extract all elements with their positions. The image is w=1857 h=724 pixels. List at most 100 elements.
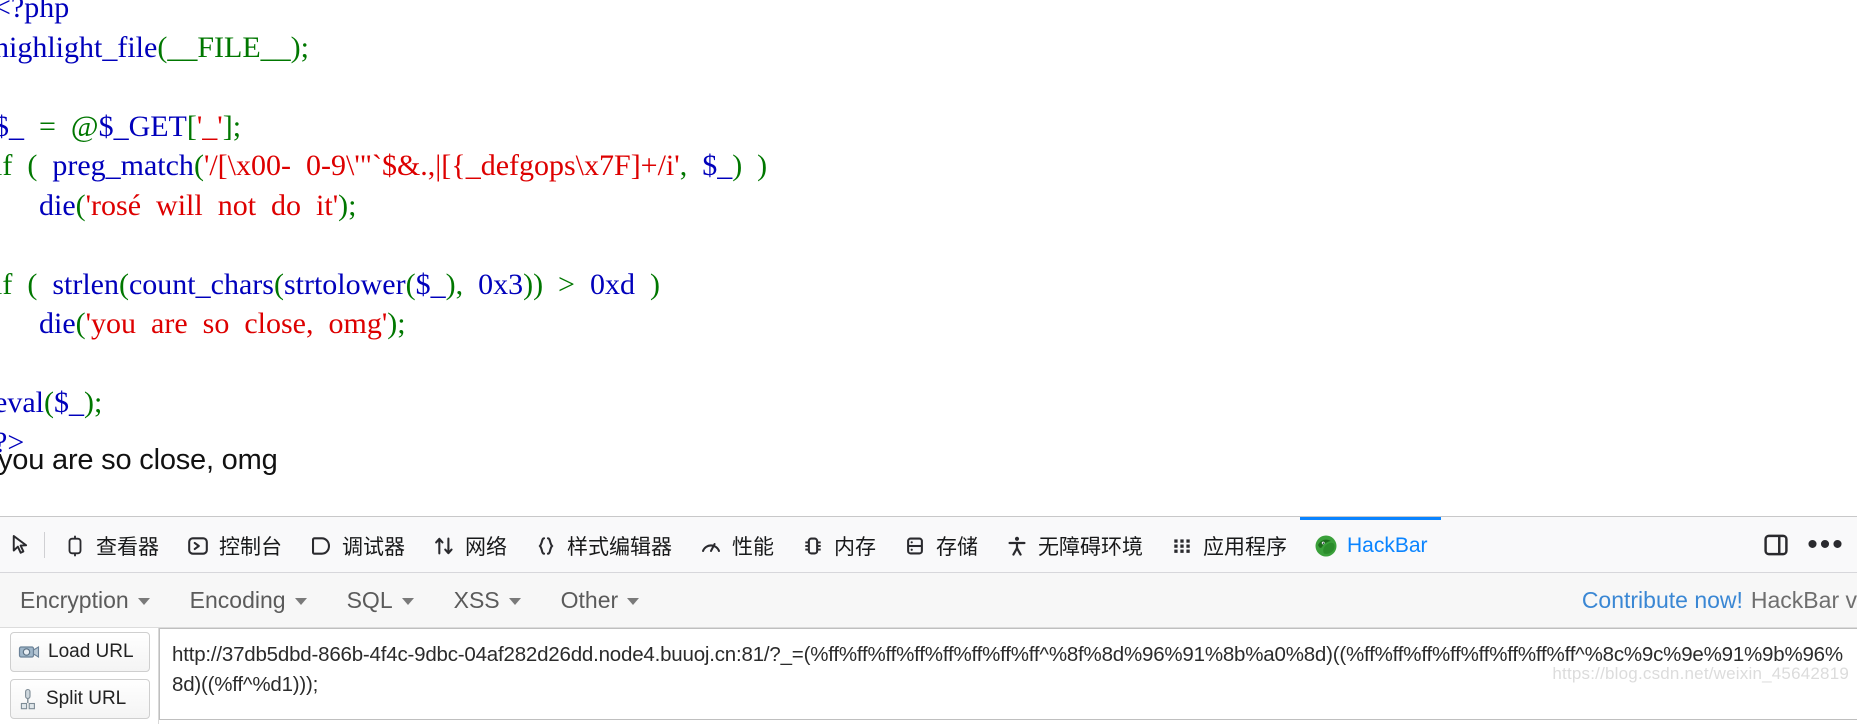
memory-icon <box>800 533 826 559</box>
element-picker-button[interactable] <box>0 517 44 573</box>
menu-xss[interactable]: XSS <box>434 573 541 627</box>
tab-storage[interactable]: 存储 <box>889 517 991 573</box>
code-token: , <box>455 267 479 301</box>
code-token: strlen <box>52 267 119 301</box>
code-token: 'you are so close, omg' <box>85 307 388 340</box>
code-token: ) <box>634 267 660 301</box>
menu-encryption[interactable]: Encryption <box>0 573 170 627</box>
code-line: die('you are so close, omg'); <box>0 304 767 344</box>
code-line: if ( preg_match('/[\x00- 0-9\'"`$&.,|[{_… <box>0 146 767 186</box>
code-token: ) ) <box>732 149 768 182</box>
load-url-icon <box>18 642 40 662</box>
split-url-icon <box>18 688 38 710</box>
contribute-link[interactable]: Contribute now! <box>1582 587 1743 614</box>
toolbar-divider <box>44 531 45 558</box>
code-token: $_ <box>0 109 24 143</box>
chevron-down-icon <box>294 598 307 605</box>
tab-performance[interactable]: 性能 <box>685 517 787 573</box>
load-url-label: Load URL <box>48 641 134 662</box>
code-token: preg_match <box>52 149 194 182</box>
php-output-text: you are so close, omg <box>0 444 278 476</box>
tab-hackbar[interactable]: HackBar <box>1300 516 1441 573</box>
chevron-down-icon <box>137 598 150 605</box>
screen-root: <?php highlight_file(__FILE__); $_ = @$_G… <box>0 0 1857 724</box>
split-console-button[interactable] <box>1759 528 1793 562</box>
code-token: ; <box>397 307 406 340</box>
menu-xss-label: XSS <box>453 586 500 613</box>
devtools-toolbar: 查看器 控制台 调试器 网络 样式编辑器 性能 内存 存储 无障碍环境 应用程序… <box>0 516 1857 573</box>
more-options-button[interactable]: ••• <box>1807 527 1845 562</box>
tab-accessibility-label: 无障碍环境 <box>1038 536 1143 559</box>
tab-inspector-label: 查看器 <box>96 536 159 559</box>
code-token: ) <box>445 267 456 301</box>
code-token: if <box>0 267 13 301</box>
code-token: ; <box>93 386 103 419</box>
element-picker-icon <box>11 534 33 556</box>
menu-encryption-label: Encryption <box>20 586 129 613</box>
tab-memory[interactable]: 内存 <box>787 517 889 573</box>
code-token: '_' <box>196 109 223 143</box>
code-token: 'rosé will not do it' <box>85 188 339 222</box>
code-token: 0xd <box>589 267 635 301</box>
menu-sql[interactable]: SQL <box>327 573 434 627</box>
menu-encoding-label: Encoding <box>189 586 286 613</box>
code-token: ; <box>348 188 357 222</box>
menu-encoding[interactable]: Encoding <box>170 573 327 627</box>
inspector-icon <box>62 533 88 559</box>
chevron-down-icon <box>627 598 640 605</box>
code-token: __FILE__ <box>167 30 291 64</box>
code-token: = <box>24 109 71 143</box>
hackbar-body: Load URL Split URL http://37db5dbd-866b-… <box>0 628 1857 724</box>
code-token: ( <box>157 30 168 64</box>
tab-debugger[interactable]: 调试器 <box>295 517 418 573</box>
php-source-pane: <?php highlight_file(__FILE__); $_ = @$_G… <box>0 0 1857 516</box>
console-icon <box>185 533 211 559</box>
tab-style-editor[interactable]: 样式编辑器 <box>520 517 685 573</box>
code-line: highlight_file(__FILE__); <box>0 28 767 68</box>
tab-performance-label: 性能 <box>732 536 774 559</box>
code-token: $_GET <box>98 109 187 143</box>
hackbar-url-area: http://37db5dbd-866b-4f4c-9dbc-04af282d2… <box>158 628 1857 724</box>
tab-inspector[interactable]: 查看器 <box>49 517 172 573</box>
performance-icon <box>698 533 724 559</box>
application-icon <box>1169 533 1195 559</box>
tab-application[interactable]: 应用程序 <box>1156 517 1300 573</box>
code-token: ( <box>43 386 54 419</box>
tab-console[interactable]: 控制台 <box>172 517 295 573</box>
code-token: $_ <box>415 267 446 301</box>
menu-other[interactable]: Other <box>541 573 660 627</box>
tab-hackbar-label: HackBar <box>1347 534 1428 557</box>
code-token: ] <box>222 109 233 143</box>
tab-debugger-label: 调试器 <box>342 536 405 559</box>
tab-network-label: 网络 <box>465 536 507 559</box>
split-url-button[interactable]: Split URL <box>10 679 150 719</box>
code-token: '/[\x00- 0-9\'"`$&.,|[{_defgops\x7F]+/i' <box>203 149 680 182</box>
style-editor-icon <box>533 533 559 559</box>
tab-accessibility[interactable]: 无障碍环境 <box>991 517 1156 573</box>
code-token: ( <box>273 267 284 301</box>
code-token: ( <box>193 149 204 182</box>
hackbar-version-label: HackBar v <box>1750 586 1857 613</box>
chevron-down-icon <box>401 598 414 605</box>
hackbar-action-buttons: Load URL Split URL <box>0 628 158 724</box>
code-token: ( <box>12 149 53 182</box>
url-input[interactable]: http://37db5dbd-866b-4f4c-9dbc-04af282d2… <box>159 628 1857 720</box>
tab-application-label: 应用程序 <box>1203 536 1287 559</box>
more-options-icon: ••• <box>1807 527 1845 561</box>
code-line: die('rosé will not do it'); <box>0 186 767 226</box>
code-line: <?php <box>0 0 767 28</box>
load-url-button[interactable]: Load URL <box>10 632 150 672</box>
tab-console-label: 控制台 <box>219 536 282 559</box>
code-token: count_chars <box>128 267 274 301</box>
code-token: ( <box>405 267 416 301</box>
code-line: eval($_); <box>0 383 767 423</box>
split-console-icon <box>1763 532 1789 558</box>
tab-style-editor-label: 样式编辑器 <box>567 536 672 559</box>
tab-network[interactable]: 网络 <box>418 517 520 573</box>
code-token: $_ <box>53 386 84 419</box>
debugger-icon <box>308 533 334 559</box>
code-token: ( <box>75 307 86 340</box>
